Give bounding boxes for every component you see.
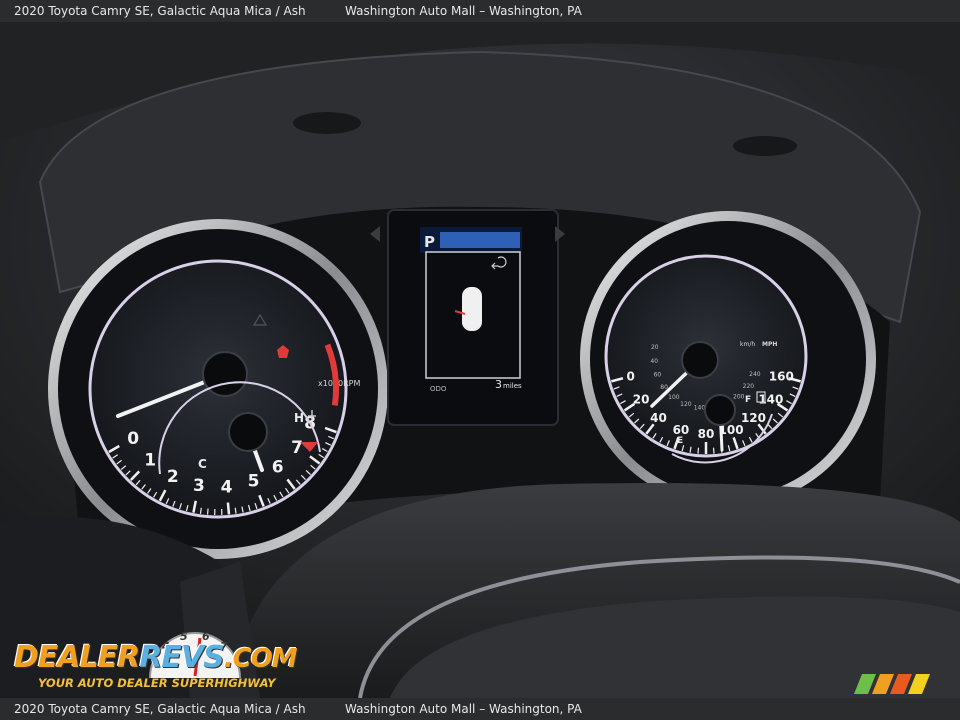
dealerrevs-logo: 4 5 6 7 DEALERREVS.COM YOUR AUTO DEALER … [12,622,298,692]
odometer-value: 3 [495,378,502,391]
speed-stripes-icon [854,674,930,694]
speedometer-hub [681,341,719,379]
mph-label: 40 [650,411,667,425]
fuel-full-label: F [745,395,751,405]
temp-hot-label: H [294,411,304,425]
mph-unit-label: MPH [762,341,777,348]
temp-cold-label: C [198,457,207,471]
kmh-label: 60 [654,372,662,379]
logo-com: .COM [223,644,298,674]
dealer-caption-bottom: Washington Auto Mall – Washington, PA [345,702,582,716]
rpm-label: 4 [221,478,233,498]
rpm-label: 6 [272,458,284,478]
mph-label: 160 [769,369,794,383]
car-caption: 2020 Toyota Camry SE, Galactic Aqua Mica… [14,4,306,18]
kmh-label: 100 [668,394,680,401]
tachometer: 012 3 4 5678 x1000RPM C H [48,219,388,559]
speedometer: 020406080100120140160 204060801001201401… [580,211,876,507]
rpm-label: 2 [167,467,179,487]
mph-label: 20 [633,393,650,407]
rpm-tick [234,507,237,514]
rpm-unit-label: x1000RPM [318,379,360,388]
rpm-label: 5 [248,471,260,491]
car-caption-bottom: 2020 Toyota Camry SE, Galactic Aqua Mica… [14,702,306,716]
car-top-view-icon [462,287,482,331]
kmh-label: 240 [749,371,761,378]
mph-label: 60 [673,423,690,437]
kmh-label: 40 [650,358,658,365]
logo-revs: REVS [139,640,224,675]
mph-label: 140 [758,393,783,407]
odometer-unit: miles [503,382,522,390]
kmh-label: 120 [680,401,692,408]
kmh-label: 140 [694,405,706,412]
temperature-hub [228,412,268,452]
mph-label: 80 [698,427,715,441]
rpm-tick [226,502,231,515]
caption-bar-top: 2020 Toyota Camry SE, Galactic Aqua Mica… [0,0,960,22]
mph-label: 0 [626,369,634,383]
kmh-label: 220 [743,383,755,390]
kmh-label: 20 [651,344,659,351]
mph-label: 120 [741,411,766,425]
fuel-hub [704,394,736,426]
dealer-caption: Washington Auto Mall – Washington, PA [345,4,582,18]
rpm-label: 7 [291,438,303,458]
rpm-label: 1 [144,451,156,471]
multi-info-display: P ODO 3 miles [370,209,565,426]
rpm-label: 3 [193,476,205,496]
logo-tagline: YOUR AUTO DEALER SUPERHIGHWAY [38,676,276,690]
gear-indicator: P [424,233,435,251]
hood-vent-left [293,112,361,134]
kmh-label: 200 [733,393,745,400]
rpm-tick [199,507,202,514]
tachometer-hub [202,351,248,397]
hood-vent-right [733,136,797,156]
logo-dealer: DEALER [14,640,140,675]
rpm-label: 0 [127,429,139,449]
caption-bar-bottom: 2020 Toyota Camry SE, Galactic Aqua Mica… [0,698,960,720]
logo-wordmark: DEALERREVS.COM [14,640,298,675]
odometer-label: ODO [430,385,447,393]
display-header-glow [440,232,520,248]
kmh-unit-label: km/h [740,341,755,348]
instrument-cluster-photo: 012345678 x1000RPM C H P ODO 3 miles [0,22,960,698]
fuel-empty-label: E [677,436,683,446]
